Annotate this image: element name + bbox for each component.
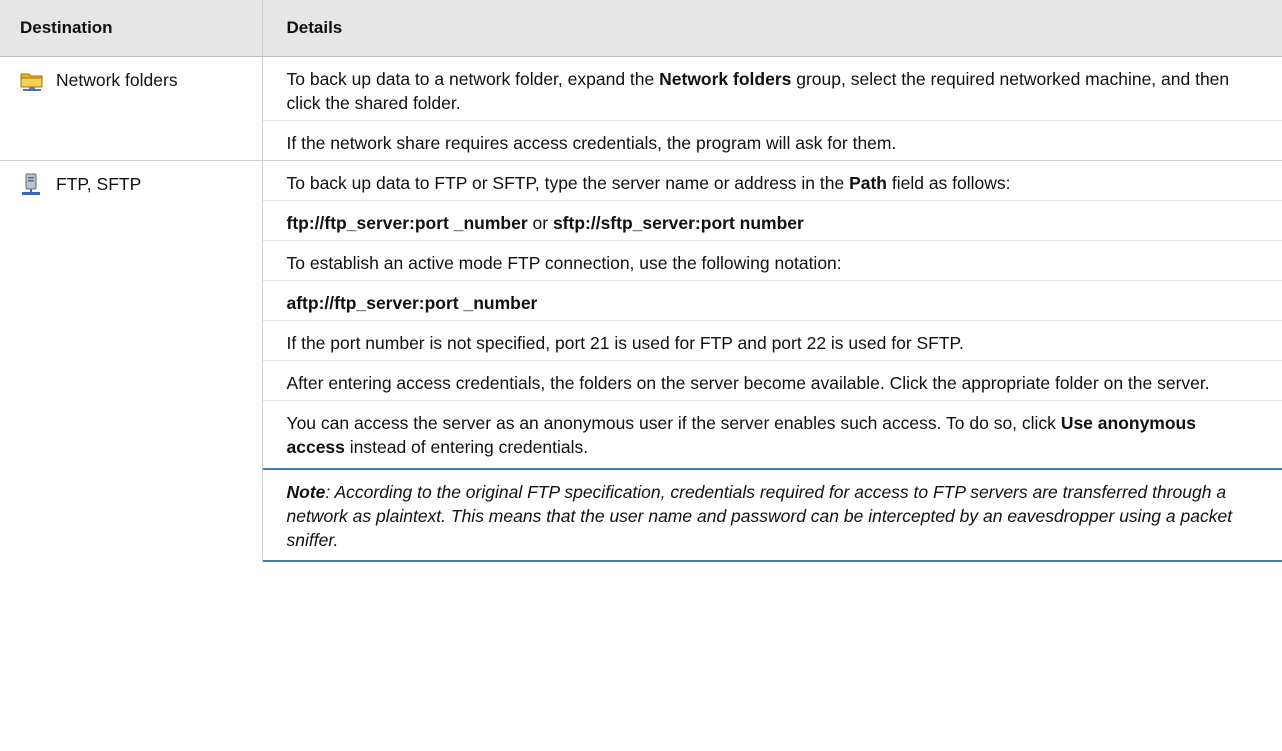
destination-label: Network folders xyxy=(56,70,178,90)
header-details: Details xyxy=(261,0,1282,57)
sftp-url-format: sftp://sftp_server:port number xyxy=(552,213,804,233)
table-row: Network folders To back up data to a net… xyxy=(0,56,1282,161)
ui-term: Network folders xyxy=(659,69,792,89)
details-paragraph: To back up data to FTP or SFTP, type the… xyxy=(262,161,1282,201)
details-paragraph: ftp://ftp_server:port _number or sftp://… xyxy=(262,201,1282,241)
note-text: : According to the original FTP specific… xyxy=(286,482,1233,550)
note-box: Note: According to the original FTP spec… xyxy=(262,468,1282,562)
paragraph-text: or xyxy=(527,213,553,233)
details-cell: To back up data to FTP or SFTP, type the… xyxy=(262,161,1282,562)
network-folder-icon xyxy=(20,73,43,91)
aftp-url-format: aftp://ftp_server:port _number xyxy=(262,281,1282,321)
ui-term: Path xyxy=(849,173,887,193)
details-cell: To back up data to a network folder, exp… xyxy=(262,56,1282,161)
destinations-table: Destination Details Network folders To b… xyxy=(0,0,1282,562)
details-paragraph: To establish an active mode FTP connecti… xyxy=(262,241,1282,281)
table-header-row: Destination Details xyxy=(0,0,1282,57)
destination-cell: Network folders xyxy=(0,56,263,161)
note-label: Note xyxy=(286,482,326,502)
details-paragraph: To back up data to a network folder, exp… xyxy=(262,57,1282,121)
ftp-url-format: ftp://ftp_server:port _number xyxy=(286,213,528,233)
details-paragraph: You can access the server as an anonymou… xyxy=(263,401,1282,464)
paragraph-text: To back up data to a network folder, exp… xyxy=(286,69,660,89)
details-paragraph: If the port number is not specified, por… xyxy=(262,321,1282,361)
details-paragraph: If the network share requires access cre… xyxy=(286,133,897,153)
paragraph-text: field as follows: xyxy=(887,173,1011,193)
table-row: FTP, SFTP To back up data to FTP or SFTP… xyxy=(0,160,1282,562)
paragraph-text: You can access the server as an anonymou… xyxy=(286,413,1061,433)
destination-label: FTP, SFTP xyxy=(56,174,142,194)
header-destination: Destination xyxy=(0,0,262,57)
paragraph-text: To back up data to FTP or SFTP, type the… xyxy=(286,173,850,193)
details-paragraph: After entering access credentials, the f… xyxy=(262,361,1282,401)
destination-cell: FTP, SFTP xyxy=(0,160,263,562)
paragraph-text: instead of entering credentials. xyxy=(344,437,589,457)
ftp-server-icon xyxy=(22,173,40,195)
